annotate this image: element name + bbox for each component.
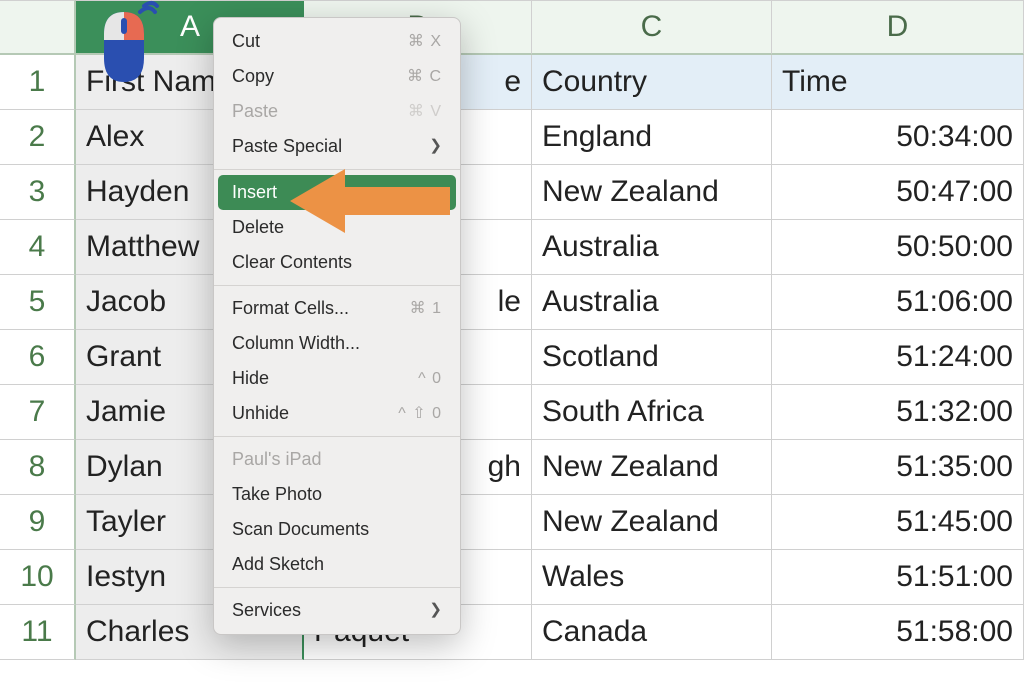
cell[interactable]: 51:06:00 bbox=[772, 275, 1024, 330]
ctx-label: Delete bbox=[232, 214, 284, 241]
row-header[interactable]: 9 bbox=[0, 495, 76, 550]
ctx-shortcut: ⌘ 1 bbox=[410, 297, 442, 321]
ctx-column-width[interactable]: Column Width... bbox=[214, 326, 460, 361]
cell[interactable]: Country bbox=[532, 55, 772, 110]
cell[interactable]: 51:32:00 bbox=[772, 385, 1024, 440]
menu-separator bbox=[214, 169, 460, 170]
cell[interactable]: South Africa bbox=[532, 385, 772, 440]
cell[interactable]: 50:34:00 bbox=[772, 110, 1024, 165]
row-header[interactable]: 1 bbox=[0, 55, 76, 110]
cell[interactable]: Australia bbox=[532, 220, 772, 275]
ctx-label: Format Cells... bbox=[232, 295, 349, 322]
column-header-d[interactable]: D bbox=[772, 0, 1024, 55]
cell[interactable]: 50:47:00 bbox=[772, 165, 1024, 220]
ctx-label: Hide bbox=[232, 365, 269, 392]
ctx-label: Add Sketch bbox=[232, 551, 324, 578]
cell[interactable]: Wales bbox=[532, 550, 772, 605]
ctx-format-cells[interactable]: Format Cells... ⌘ 1 bbox=[214, 291, 460, 326]
ctx-label: Copy bbox=[232, 63, 274, 90]
ctx-unhide[interactable]: Unhide ^ ⇧ 0 bbox=[214, 396, 460, 431]
ctx-cut[interactable]: Cut ⌘ X bbox=[214, 24, 460, 59]
cell[interactable]: New Zealand bbox=[532, 165, 772, 220]
ctx-paste: Paste ⌘ V bbox=[214, 94, 460, 129]
ctx-shortcut: ^ ⇧ 0 bbox=[398, 402, 442, 426]
ctx-label: Clear Contents bbox=[232, 249, 352, 276]
cell[interactable]: New Zealand bbox=[532, 495, 772, 550]
row-header[interactable]: 7 bbox=[0, 385, 76, 440]
ctx-copy[interactable]: Copy ⌘ C bbox=[214, 59, 460, 94]
ctx-services[interactable]: Services ❯ bbox=[214, 593, 460, 628]
ctx-label: Paul's iPad bbox=[232, 446, 322, 473]
ctx-paste-special[interactable]: Paste Special ❯ bbox=[214, 129, 460, 164]
ctx-clear-contents[interactable]: Clear Contents bbox=[214, 245, 460, 280]
cell[interactable]: 51:51:00 bbox=[772, 550, 1024, 605]
cell[interactable]: Time bbox=[772, 55, 1024, 110]
cell[interactable]: England bbox=[532, 110, 772, 165]
ctx-shortcut: ⌘ X bbox=[408, 30, 442, 54]
row-header[interactable]: 4 bbox=[0, 220, 76, 275]
ctx-label: Scan Documents bbox=[232, 516, 369, 543]
ctx-label: Paste bbox=[232, 98, 278, 125]
cell[interactable]: Canada bbox=[532, 605, 772, 660]
column-header-c[interactable]: C bbox=[532, 0, 772, 55]
ctx-label: Unhide bbox=[232, 400, 289, 427]
ctx-delete[interactable]: Delete bbox=[214, 210, 460, 245]
ctx-shortcut: ^ 0 bbox=[418, 367, 442, 391]
row-header[interactable]: 5 bbox=[0, 275, 76, 330]
row-header[interactable]: 10 bbox=[0, 550, 76, 605]
ctx-take-photo[interactable]: Take Photo bbox=[214, 477, 460, 512]
cell[interactable]: 51:24:00 bbox=[772, 330, 1024, 385]
row-header[interactable]: 2 bbox=[0, 110, 76, 165]
cell[interactable]: Australia bbox=[532, 275, 772, 330]
ctx-shortcut: ⌘ C bbox=[407, 65, 442, 89]
chevron-right-icon: ❯ bbox=[429, 599, 442, 622]
ctx-add-sketch[interactable]: Add Sketch bbox=[214, 547, 460, 582]
row-header[interactable]: 8 bbox=[0, 440, 76, 495]
cell[interactable]: 51:45:00 bbox=[772, 495, 1024, 550]
row-header[interactable]: 6 bbox=[0, 330, 76, 385]
spreadsheet-grid: A B C D 1 First Name e Country Time 2 Al… bbox=[0, 0, 1024, 660]
ctx-label: Take Photo bbox=[232, 481, 322, 508]
ctx-label: Column Width... bbox=[232, 330, 360, 357]
cell[interactable]: 50:50:00 bbox=[772, 220, 1024, 275]
cell[interactable]: 51:58:00 bbox=[772, 605, 1024, 660]
row-header[interactable]: 3 bbox=[0, 165, 76, 220]
select-all-corner[interactable] bbox=[0, 0, 76, 55]
menu-separator bbox=[214, 436, 460, 437]
menu-separator bbox=[214, 285, 460, 286]
context-menu: Cut ⌘ X Copy ⌘ C Paste ⌘ V Paste Special… bbox=[213, 17, 461, 635]
cell[interactable]: New Zealand bbox=[532, 440, 772, 495]
cell[interactable]: 51:35:00 bbox=[772, 440, 1024, 495]
ctx-label: Paste Special bbox=[232, 133, 342, 160]
ctx-hide[interactable]: Hide ^ 0 bbox=[214, 361, 460, 396]
ctx-label: Services bbox=[232, 597, 301, 624]
chevron-right-icon: ❯ bbox=[429, 135, 442, 158]
ctx-scan-documents[interactable]: Scan Documents bbox=[214, 512, 460, 547]
menu-separator bbox=[214, 587, 460, 588]
row-header[interactable]: 11 bbox=[0, 605, 76, 660]
ctx-pauls-ipad: Paul's iPad bbox=[214, 442, 460, 477]
ctx-label: Insert bbox=[232, 179, 277, 206]
ctx-shortcut: ⌘ V bbox=[408, 100, 442, 124]
ctx-label: Cut bbox=[232, 28, 260, 55]
ctx-insert[interactable]: Insert bbox=[218, 175, 456, 210]
cell[interactable]: Scotland bbox=[532, 330, 772, 385]
